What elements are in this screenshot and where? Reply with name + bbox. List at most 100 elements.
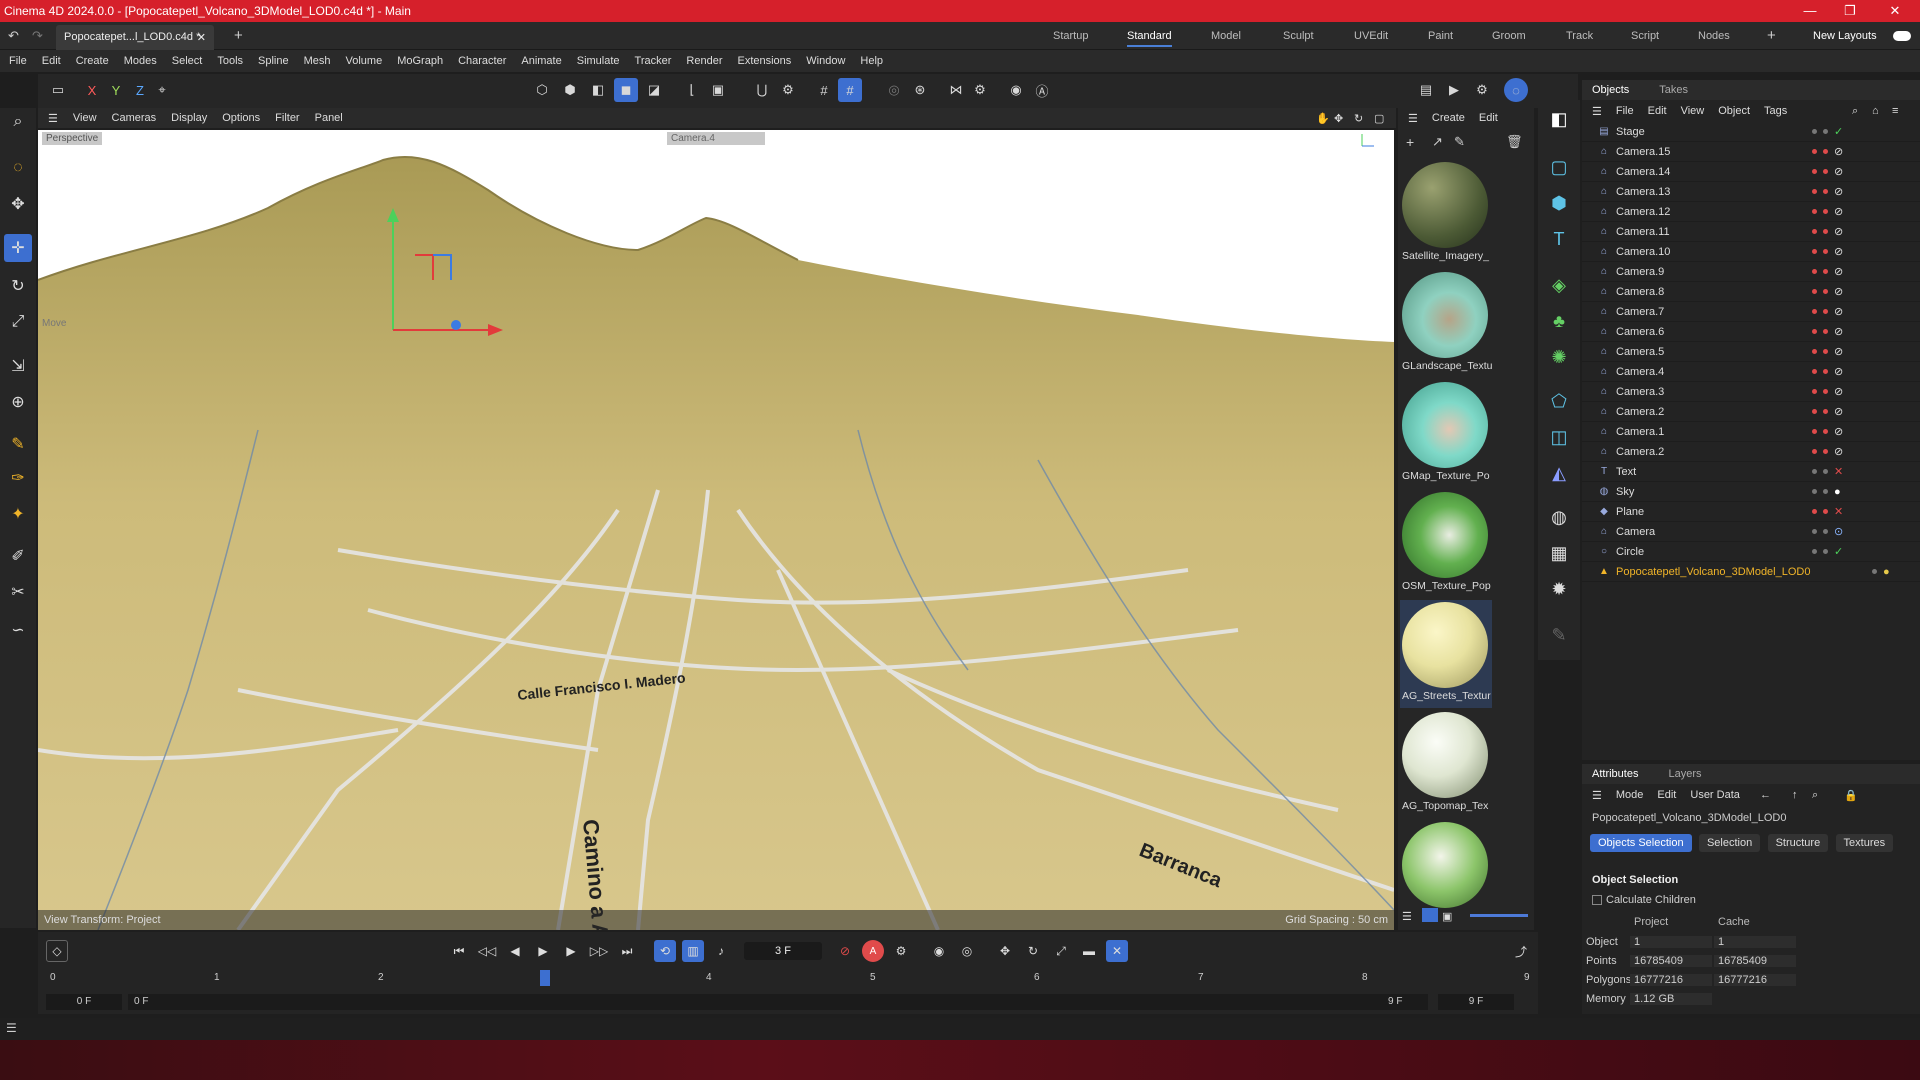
object-row-camera-1[interactable]: ⌂ Camera.1 ⊘ [1582, 422, 1920, 442]
playhead[interactable] [540, 970, 550, 986]
editor-visibility-dot[interactable] [1812, 189, 1817, 194]
preview-range-slider[interactable]: 0 F 9 F [128, 994, 1428, 1010]
workplane-icon[interactable]: # [812, 78, 836, 102]
object-row-sky[interactable]: ◍ Sky ● [1582, 482, 1920, 502]
spline-rectangle-icon[interactable]: ▢ [1544, 152, 1574, 182]
target-tag-icon[interactable]: ⊘ [1834, 245, 1843, 258]
menu-select[interactable]: Select [172, 55, 203, 67]
render-visibility-dot[interactable] [1823, 529, 1828, 534]
render-visibility-dot[interactable] [1823, 289, 1828, 294]
render-visibility-dot[interactable] [1823, 409, 1828, 414]
editor-visibility-dot[interactable] [1812, 209, 1817, 214]
objects-menu-object[interactable]: Object [1718, 105, 1750, 117]
previous-key-icon[interactable]: ◁◁ [476, 940, 498, 962]
redo-icon[interactable]: ↷ [32, 28, 43, 44]
polygons-mode-icon[interactable]: ◧ [586, 78, 610, 102]
rotate-tool-icon[interactable]: ↻ [4, 272, 32, 300]
3d-viewport[interactable]: Camino a Atlix Barranca Calle Francisco … [38, 130, 1394, 930]
snap-icon[interactable]: ⋃ [750, 78, 774, 102]
hamburger-icon[interactable]: ☰ [1592, 105, 1602, 118]
viewport-label[interactable]: Perspective [42, 132, 103, 145]
cloner-icon[interactable]: ♣ [1544, 306, 1574, 336]
enabled-check-icon[interactable]: ✓ [1834, 545, 1843, 558]
subtab-objects-selection[interactable]: Objects Selection [1590, 834, 1692, 852]
keyframe-mode-icon[interactable]: ◇ [46, 940, 68, 962]
material-ag-topomap[interactable]: AG_Topomap_Tex [1400, 710, 1492, 818]
up-arrow-icon[interactable]: ↑ [1792, 789, 1798, 801]
viewport-menu-cameras[interactable]: Cameras [112, 112, 157, 124]
attributes-menu-mode[interactable]: Mode [1616, 789, 1644, 801]
search-icon[interactable]: ⌕ [1812, 789, 1818, 802]
tab-objects[interactable]: Objects [1592, 84, 1629, 96]
hamburger-icon[interactable]: ☰ [6, 1021, 17, 1035]
editor-visibility-dot[interactable] [1812, 409, 1817, 414]
list-view-icon[interactable]: ☰ [1402, 910, 1412, 923]
render-visibility-dot[interactable] [1823, 389, 1828, 394]
spline-tool-icon[interactable]: ✑ [4, 464, 32, 492]
polygon-pen-icon[interactable]: ✦ [4, 500, 32, 528]
menu-mesh[interactable]: Mesh [304, 55, 331, 67]
layout-tab-groom[interactable]: Groom [1492, 30, 1526, 42]
viewport-menu-display[interactable]: Display [171, 112, 207, 124]
editor-visibility-dot[interactable] [1812, 549, 1817, 554]
pan-icon[interactable]: ✋ [1316, 112, 1330, 125]
viewport-single-icon[interactable]: ◧ [1544, 104, 1574, 134]
search-icon[interactable]: ⌕ [4, 108, 32, 136]
menu-edit[interactable]: Edit [42, 55, 61, 67]
render-visibility-dot[interactable] [1823, 149, 1828, 154]
scale-keys-icon[interactable]: ⤢ [1050, 940, 1072, 962]
close-icon[interactable]: ✕ [1875, 0, 1915, 22]
object-row-camera-5[interactable]: ⌂ Camera.5 ⊘ [1582, 342, 1920, 362]
new-layouts-label[interactable]: New Layouts [1813, 30, 1877, 42]
min-frame-field[interactable]: 0 F [46, 994, 122, 1010]
object-row-camera-4[interactable]: ⌂ Camera.4 ⊘ [1582, 362, 1920, 382]
loop-icon[interactable]: ⟲ [654, 940, 676, 962]
target-tag-icon[interactable]: ⊘ [1834, 165, 1843, 178]
cube-icon[interactable]: ⬢ [1544, 188, 1574, 218]
object-mode-icon[interactable]: ◼ [614, 78, 638, 102]
menu-create[interactable]: Create [76, 55, 109, 67]
editor-visibility-dot[interactable] [1812, 309, 1817, 314]
editor-visibility-dot[interactable] [1812, 389, 1817, 394]
render-visibility-dot[interactable] [1823, 249, 1828, 254]
editor-visibility-dot[interactable] [1812, 429, 1817, 434]
subtab-textures[interactable]: Textures [1835, 834, 1894, 852]
move-tool-icon[interactable]: ✛ [4, 234, 32, 262]
object-row-camera-6[interactable]: ⌂ Camera.6 ⊘ [1582, 322, 1920, 342]
timeline-graph-icon[interactable]: ⤴ [1510, 940, 1532, 962]
object-row-camera-9[interactable]: ⌂ Camera.9 ⊘ [1582, 262, 1920, 282]
mograph-icon[interactable]: ◭ [1544, 458, 1574, 488]
environment-icon[interactable]: ◍ [1544, 502, 1574, 532]
material-tag-icon[interactable]: ● [1834, 486, 1841, 498]
object-row-camera-7[interactable]: ⌂ Camera.7 ⊘ [1582, 302, 1920, 322]
render-visibility-dot[interactable] [1823, 429, 1828, 434]
viewport-menu-view[interactable]: View [73, 112, 97, 124]
objects-menu-edit[interactable]: Edit [1648, 105, 1667, 117]
text-object-icon[interactable]: T [1544, 224, 1574, 254]
render-visibility-dot[interactable] [1823, 189, 1828, 194]
render-visibility-dot[interactable] [1823, 229, 1828, 234]
target-tag-icon[interactable]: ⊘ [1834, 205, 1843, 218]
enabled-check-icon[interactable]: ✓ [1834, 125, 1843, 138]
hamburger-icon[interactable]: ☰ [48, 112, 58, 125]
attributes-menu-edit[interactable]: Edit [1657, 789, 1676, 801]
layout-tab-sculpt[interactable]: Sculpt [1283, 30, 1314, 42]
attributes-menu-user-data[interactable]: User Data [1690, 789, 1740, 801]
hamburger-icon[interactable]: ☰ [1592, 789, 1602, 802]
delete-material-icon[interactable]: 🗑 [1506, 134, 1523, 150]
target-tag-icon[interactable]: ⊘ [1834, 225, 1843, 238]
menu-animate[interactable]: Animate [521, 55, 561, 67]
target-tag-icon[interactable]: ⊘ [1834, 145, 1843, 158]
editor-visibility-dot[interactable] [1812, 529, 1817, 534]
scale-tool-icon[interactable]: ⤢ [4, 308, 32, 336]
maximize-view-icon[interactable]: ▢ [1374, 112, 1384, 125]
editor-visibility-dot[interactable] [1812, 449, 1817, 454]
target-tag-icon[interactable]: ⊘ [1834, 405, 1843, 418]
filter-icon[interactable]: ≡ [1892, 105, 1898, 117]
disabled-x-icon[interactable]: ✕ [1834, 465, 1843, 478]
object-row-camera-14[interactable]: ⌂ Camera.14 ⊘ [1582, 162, 1920, 182]
previous-frame-icon[interactable]: ◀ [504, 940, 526, 962]
menu-simulate[interactable]: Simulate [577, 55, 620, 67]
layout-tab-script[interactable]: Script [1631, 30, 1659, 42]
material-satellite[interactable]: Satellite_Imagery_ [1400, 160, 1492, 268]
